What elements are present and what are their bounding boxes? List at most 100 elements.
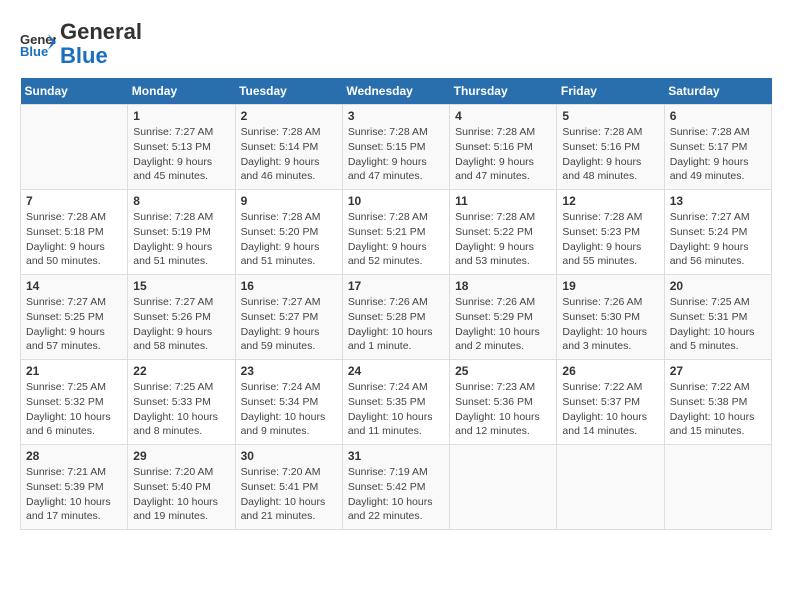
day-number: 3: [348, 109, 444, 123]
day-info: Sunrise: 7:22 AMSunset: 5:38 PMDaylight:…: [670, 380, 766, 439]
day-number: 29: [133, 449, 229, 463]
day-number: 14: [26, 279, 122, 293]
day-info: Sunrise: 7:27 AMSunset: 5:13 PMDaylight:…: [133, 125, 229, 184]
calendar-cell: 15 Sunrise: 7:27 AMSunset: 5:26 PMDayligh…: [128, 275, 235, 360]
day-info: Sunrise: 7:28 AMSunset: 5:16 PMDaylight:…: [455, 125, 551, 184]
calendar-cell: 9 Sunrise: 7:28 AMSunset: 5:20 PMDaylight…: [235, 190, 342, 275]
day-info: Sunrise: 7:20 AMSunset: 5:40 PMDaylight:…: [133, 465, 229, 524]
calendar-cell: 30Sunrise: 7:20 AMSunset: 5:41 PMDayligh…: [235, 445, 342, 530]
calendar-cell: 26Sunrise: 7:22 AMSunset: 5:37 PMDayligh…: [557, 360, 664, 445]
day-number: 1: [133, 109, 229, 123]
day-info: Sunrise: 7:21 AMSunset: 5:39 PMDaylight:…: [26, 465, 122, 524]
calendar-cell: 1 Sunrise: 7:27 AMSunset: 5:13 PMDaylight…: [128, 105, 235, 190]
calendar-week-row: 14 Sunrise: 7:27 AMSunset: 5:25 PMDayligh…: [21, 275, 772, 360]
weekday-header-monday: Monday: [128, 78, 235, 105]
day-number: 24: [348, 364, 444, 378]
calendar-cell: 23 Sunrise: 7:24 AMSunset: 5:34 PMDayligh…: [235, 360, 342, 445]
day-info: Sunrise: 7:25 AMSunset: 5:33 PMDaylight:…: [133, 380, 229, 439]
day-number: 23: [241, 364, 337, 378]
calendar-cell: 13 Sunrise: 7:27 AMSunset: 5:24 PMDayligh…: [664, 190, 771, 275]
day-info: Sunrise: 7:26 AMSunset: 5:28 PMDaylight:…: [348, 295, 444, 354]
day-info: Sunrise: 7:28 AMSunset: 5:18 PMDaylight:…: [26, 210, 122, 269]
day-number: 13: [670, 194, 766, 208]
calendar-cell: 28 Sunrise: 7:21 AMSunset: 5:39 PMDayligh…: [21, 445, 128, 530]
day-number: 19: [562, 279, 658, 293]
calendar-table: SundayMondayTuesdayWednesdayThursdayFrid…: [20, 78, 772, 530]
calendar-cell: 22 Sunrise: 7:25 AMSunset: 5:33 PMDayligh…: [128, 360, 235, 445]
day-info: Sunrise: 7:28 AMSunset: 5:19 PMDaylight:…: [133, 210, 229, 269]
calendar-cell: 31 Sunrise: 7:19 AMSunset: 5:42 PMDayligh…: [342, 445, 449, 530]
calendar-cell: 16 Sunrise: 7:27 AMSunset: 5:27 PMDayligh…: [235, 275, 342, 360]
calendar-cell: 21 Sunrise: 7:25 AMSunset: 5:32 PMDayligh…: [21, 360, 128, 445]
day-number: 28: [26, 449, 122, 463]
calendar-week-row: 21 Sunrise: 7:25 AMSunset: 5:32 PMDayligh…: [21, 360, 772, 445]
weekday-header-friday: Friday: [557, 78, 664, 105]
day-number: 16: [241, 279, 337, 293]
day-info: Sunrise: 7:24 AMSunset: 5:34 PMDaylight:…: [241, 380, 337, 439]
logo-text: GeneralBlue: [60, 20, 142, 68]
calendar-cell: [450, 445, 557, 530]
day-info: Sunrise: 7:22 AMSunset: 5:37 PMDaylight:…: [562, 380, 658, 439]
day-number: 25: [455, 364, 551, 378]
day-number: 31: [348, 449, 444, 463]
logo: General Blue GeneralBlue: [20, 20, 142, 68]
svg-text:Blue: Blue: [20, 44, 48, 58]
logo-icon: General Blue: [20, 30, 56, 58]
calendar-cell: 27Sunrise: 7:22 AMSunset: 5:38 PMDayligh…: [664, 360, 771, 445]
day-info: Sunrise: 7:25 AMSunset: 5:31 PMDaylight:…: [670, 295, 766, 354]
page-header: General Blue GeneralBlue: [20, 20, 772, 68]
calendar-cell: [664, 445, 771, 530]
day-number: 7: [26, 194, 122, 208]
calendar-cell: 7 Sunrise: 7:28 AMSunset: 5:18 PMDaylight…: [21, 190, 128, 275]
calendar-cell: 3 Sunrise: 7:28 AMSunset: 5:15 PMDaylight…: [342, 105, 449, 190]
day-number: 6: [670, 109, 766, 123]
weekday-header-saturday: Saturday: [664, 78, 771, 105]
day-info: Sunrise: 7:28 AMSunset: 5:16 PMDaylight:…: [562, 125, 658, 184]
day-info: Sunrise: 7:27 AMSunset: 5:26 PMDaylight:…: [133, 295, 229, 354]
day-number: 9: [241, 194, 337, 208]
day-info: Sunrise: 7:24 AMSunset: 5:35 PMDaylight:…: [348, 380, 444, 439]
day-number: 4: [455, 109, 551, 123]
day-info: Sunrise: 7:27 AMSunset: 5:27 PMDaylight:…: [241, 295, 337, 354]
day-number: 15: [133, 279, 229, 293]
day-info: Sunrise: 7:25 AMSunset: 5:32 PMDaylight:…: [26, 380, 122, 439]
calendar-cell: [21, 105, 128, 190]
day-info: Sunrise: 7:27 AMSunset: 5:25 PMDaylight:…: [26, 295, 122, 354]
day-number: 12: [562, 194, 658, 208]
day-info: Sunrise: 7:27 AMSunset: 5:24 PMDaylight:…: [670, 210, 766, 269]
calendar-cell: 12Sunrise: 7:28 AMSunset: 5:23 PMDayligh…: [557, 190, 664, 275]
calendar-week-row: 7 Sunrise: 7:28 AMSunset: 5:18 PMDaylight…: [21, 190, 772, 275]
day-info: Sunrise: 7:28 AMSunset: 5:20 PMDaylight:…: [241, 210, 337, 269]
day-info: Sunrise: 7:28 AMSunset: 5:17 PMDaylight:…: [670, 125, 766, 184]
day-info: Sunrise: 7:19 AMSunset: 5:42 PMDaylight:…: [348, 465, 444, 524]
day-info: Sunrise: 7:23 AMSunset: 5:36 PMDaylight:…: [455, 380, 551, 439]
day-number: 22: [133, 364, 229, 378]
calendar-cell: 8 Sunrise: 7:28 AMSunset: 5:19 PMDaylight…: [128, 190, 235, 275]
calendar-cell: 4 Sunrise: 7:28 AMSunset: 5:16 PMDaylight…: [450, 105, 557, 190]
day-number: 21: [26, 364, 122, 378]
calendar-cell: 10Sunrise: 7:28 AMSunset: 5:21 PMDayligh…: [342, 190, 449, 275]
day-number: 8: [133, 194, 229, 208]
calendar-week-row: 1 Sunrise: 7:27 AMSunset: 5:13 PMDaylight…: [21, 105, 772, 190]
calendar-cell: 24 Sunrise: 7:24 AMSunset: 5:35 PMDayligh…: [342, 360, 449, 445]
weekday-header-tuesday: Tuesday: [235, 78, 342, 105]
day-info: Sunrise: 7:28 AMSunset: 5:15 PMDaylight:…: [348, 125, 444, 184]
day-info: Sunrise: 7:20 AMSunset: 5:41 PMDaylight:…: [241, 465, 337, 524]
weekday-header-wednesday: Wednesday: [342, 78, 449, 105]
calendar-cell: 11Sunrise: 7:28 AMSunset: 5:22 PMDayligh…: [450, 190, 557, 275]
calendar-cell: 14 Sunrise: 7:27 AMSunset: 5:25 PMDayligh…: [21, 275, 128, 360]
day-info: Sunrise: 7:28 AMSunset: 5:14 PMDaylight:…: [241, 125, 337, 184]
calendar-week-row: 28 Sunrise: 7:21 AMSunset: 5:39 PMDayligh…: [21, 445, 772, 530]
day-number: 5: [562, 109, 658, 123]
day-info: Sunrise: 7:26 AMSunset: 5:29 PMDaylight:…: [455, 295, 551, 354]
calendar-cell: 17Sunrise: 7:26 AMSunset: 5:28 PMDayligh…: [342, 275, 449, 360]
weekday-header-thursday: Thursday: [450, 78, 557, 105]
day-number: 10: [348, 194, 444, 208]
calendar-cell: 29 Sunrise: 7:20 AMSunset: 5:40 PMDayligh…: [128, 445, 235, 530]
calendar-cell: 5 Sunrise: 7:28 AMSunset: 5:16 PMDaylight…: [557, 105, 664, 190]
day-number: 2: [241, 109, 337, 123]
weekday-header-sunday: Sunday: [21, 78, 128, 105]
calendar-cell: 18 Sunrise: 7:26 AMSunset: 5:29 PMDayligh…: [450, 275, 557, 360]
day-info: Sunrise: 7:26 AMSunset: 5:30 PMDaylight:…: [562, 295, 658, 354]
day-number: 18: [455, 279, 551, 293]
